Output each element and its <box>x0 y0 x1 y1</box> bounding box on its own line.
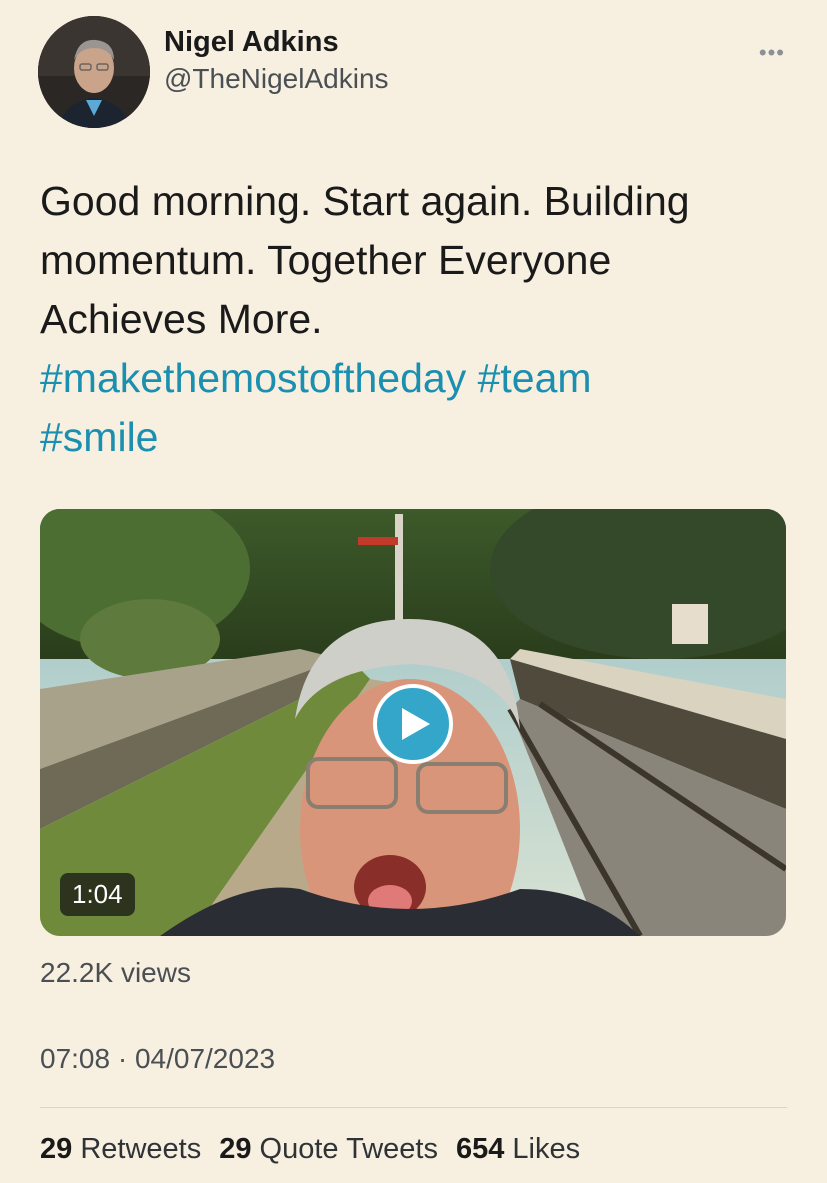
tweet-card: Nigel Adkins @TheNigelAdkins ••• Good mo… <box>0 0 827 1183</box>
tweet-header: Nigel Adkins @TheNigelAdkins <box>38 16 389 128</box>
hashtag-link[interactable]: #team <box>478 355 592 401</box>
hashtag-link[interactable]: #smile <box>40 414 158 460</box>
retweets-stat[interactable]: 29 Retweets <box>40 1133 201 1166</box>
view-count: 22.2K views <box>40 957 191 988</box>
tweet-text-line: momentum. Together Everyone <box>40 237 612 283</box>
play-button[interactable] <box>373 684 453 764</box>
likes-label: Likes <box>512 1133 581 1165</box>
video-duration-badge: 1:04 <box>60 873 135 916</box>
play-icon <box>402 708 430 740</box>
quote-tweets-stat[interactable]: 29 Quote Tweets <box>219 1133 438 1166</box>
hashtag-link[interactable]: #makethemostoftheday <box>40 355 466 401</box>
tweet-text-line: Good morning. Start again. Building <box>40 178 690 224</box>
retweets-count: 29 <box>40 1133 73 1165</box>
divider <box>40 1107 787 1108</box>
quote-tweets-label: Quote Tweets <box>259 1133 438 1165</box>
likes-count: 654 <box>455 1133 505 1165</box>
retweets-label: Retweets <box>80 1133 202 1165</box>
likes-stat[interactable]: 654 Likes <box>456 1133 580 1166</box>
tweet-stats: 29 Retweets 29 Quote Tweets 654 Likes <box>40 1133 598 1166</box>
avatar-photo-icon <box>38 16 150 128</box>
video-player[interactable]: 1:04 <box>40 509 786 936</box>
author-handle[interactable]: @TheNigelAdkins <box>164 63 389 95</box>
tweet-text: Good morning. Start again. Building mome… <box>40 172 780 467</box>
quote-tweets-count: 29 <box>219 1133 252 1165</box>
tweet-text-line: Achieves More. <box>40 296 323 342</box>
tweet-timestamp[interactable]: 07:08 · 04/07/2023 <box>40 1043 275 1075</box>
author-names: Nigel Adkins @TheNigelAdkins <box>164 26 389 95</box>
more-options-icon[interactable]: ••• <box>759 40 785 66</box>
avatar[interactable] <box>38 16 150 128</box>
display-name[interactable]: Nigel Adkins <box>164 26 389 59</box>
